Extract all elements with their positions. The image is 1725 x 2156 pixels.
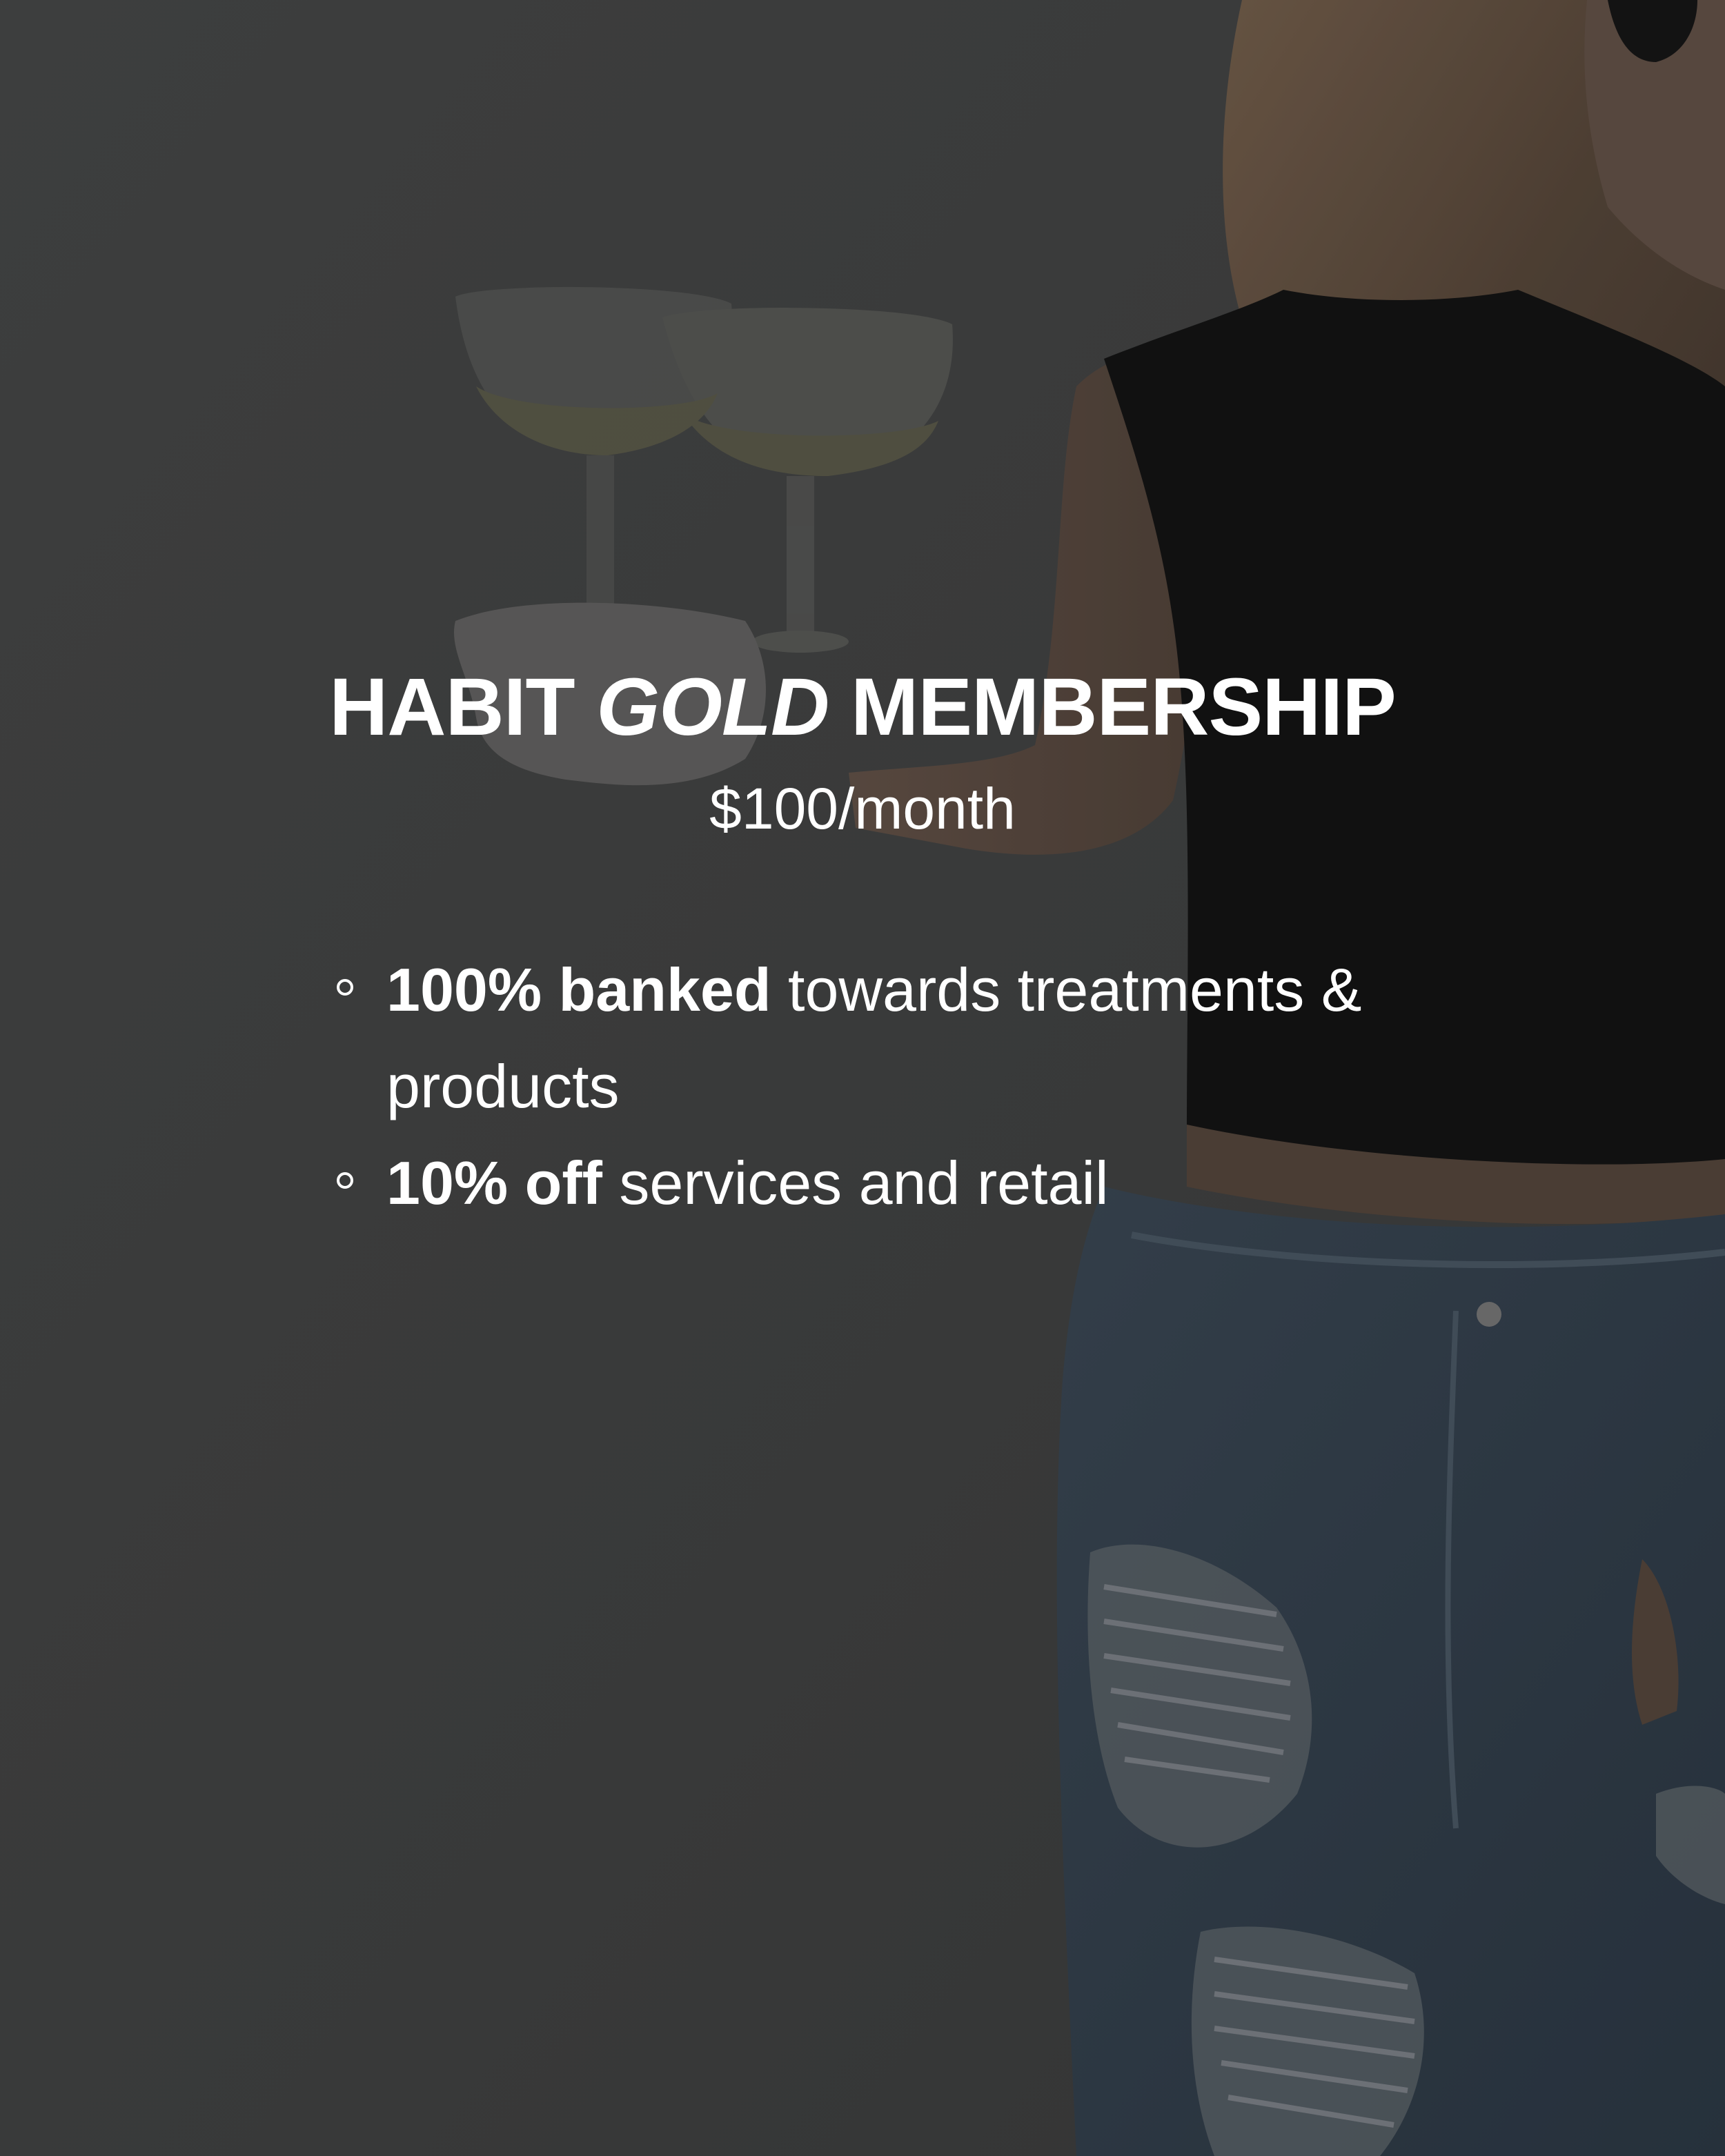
membership-content: HABIT GOLD MEMBERSHIP $100/month 100% ba… xyxy=(0,0,1725,2156)
circle-bullet-icon xyxy=(337,979,353,996)
benefit-highlight: 10% off xyxy=(386,1149,602,1217)
promo-card: HABIT GOLD MEMBERSHIP $100/month 100% ba… xyxy=(0,0,1725,2156)
benefit-highlight: 100% banked xyxy=(386,956,771,1024)
membership-price: $100/month xyxy=(709,776,1016,841)
title-gold-emphasis: GOLD xyxy=(596,662,829,753)
title-prefix: HABIT xyxy=(329,662,597,753)
benefit-item: 10% off services and retail xyxy=(324,1135,1483,1232)
benefits-list: 100% banked towards treatments & product… xyxy=(324,942,1483,1232)
membership-title: HABIT GOLD MEMBERSHIP xyxy=(0,662,1725,752)
title-suffix: MEMBERSHIP xyxy=(829,662,1397,753)
circle-bullet-icon xyxy=(337,1172,353,1189)
benefit-item: 100% banked towards treatments & product… xyxy=(324,942,1483,1135)
benefit-text: services and retail xyxy=(602,1149,1109,1217)
